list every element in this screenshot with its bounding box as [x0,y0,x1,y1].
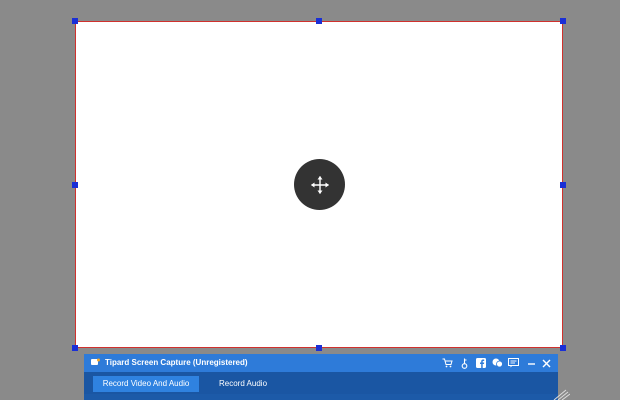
tab-strip: Record Video And Audio Record Audio [84,372,558,394]
app-title: Tipard Screen Capture (Unregistered) [105,358,248,367]
tab-record-audio[interactable]: Record Audio [208,376,278,392]
title-bar[interactable]: Tipard Screen Capture (Unregistered) [84,354,558,372]
app-panel: Tipard Screen Capture (Unregistered) Rec… [84,354,558,400]
tab-record-video-and-audio[interactable]: Record Video And Audio [93,376,199,392]
app-logo-icon [91,358,100,365]
facebook-icon[interactable] [475,357,487,369]
resize-handle-top-right[interactable] [560,18,566,24]
move-arrows-icon [310,175,329,194]
resize-handle-top[interactable] [316,18,322,24]
key-icon[interactable] [458,357,470,369]
resize-handle-left[interactable] [72,182,78,188]
resize-handle-right[interactable] [560,182,566,188]
resize-handle-bottom-right[interactable] [560,345,566,351]
resize-handle-top-left[interactable] [72,18,78,24]
chat-icon[interactable] [491,357,503,369]
move-region-button[interactable] [294,159,345,210]
resize-handle-bottom[interactable] [316,345,322,351]
minimize-icon[interactable] [525,357,537,369]
close-icon[interactable] [540,357,552,369]
resize-grip-icon[interactable] [552,388,570,400]
cart-icon[interactable] [441,357,453,369]
resize-handle-bottom-left[interactable] [72,345,78,351]
feedback-icon[interactable] [507,357,519,369]
